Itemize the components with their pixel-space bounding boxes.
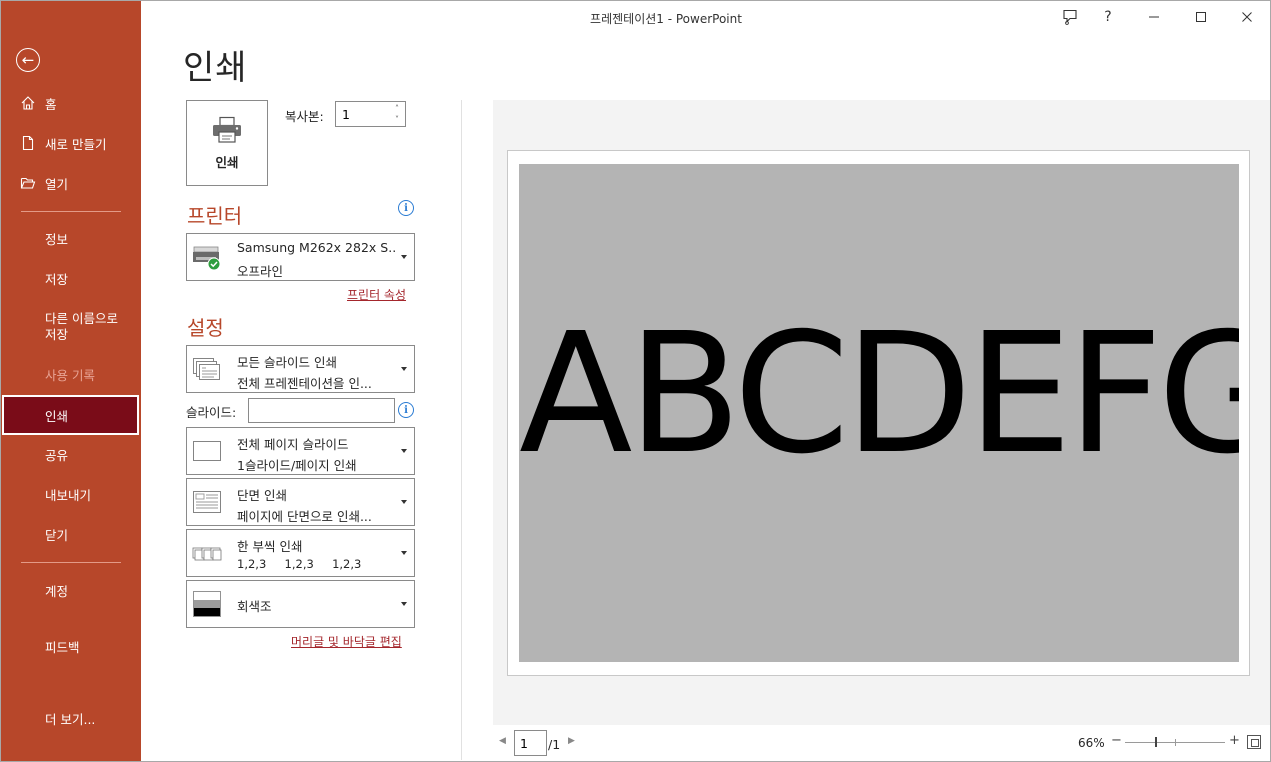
sidebar-item-export[interactable]: 내보내기: [0, 474, 141, 514]
color-dropdown[interactable]: 회색조: [186, 580, 415, 628]
sides-dropdown[interactable]: 단면 인쇄 페이지에 단면으로 인쇄...: [186, 478, 415, 526]
full-page-slide-icon: [193, 441, 221, 461]
folder-open-icon: [20, 177, 36, 189]
printer-status: 오프라인: [237, 264, 284, 279]
collate-label: 한 부씩 인쇄: [237, 539, 303, 554]
maximize-icon[interactable]: [1178, 0, 1224, 34]
printer-section-title: 프린터: [187, 204, 243, 228]
copies-input[interactable]: [336, 102, 388, 126]
zoom-in-icon[interactable]: +: [1229, 733, 1240, 748]
sidebar-item-print[interactable]: 인쇄: [2, 395, 139, 435]
previous-page-icon[interactable]: ◀: [499, 736, 506, 746]
printer-icon: [213, 116, 241, 143]
printer-dropdown[interactable]: Samsung M262x 282x S... 오프라인: [186, 233, 415, 281]
collate-dropdown[interactable]: 한 부씩 인쇄 1,2,3 1,2,3 1,2,3: [186, 529, 415, 577]
sidebar-item-save-as[interactable]: 다른 이름으로 저장: [0, 306, 141, 348]
panel-divider: [461, 100, 462, 760]
sidebar-item-close[interactable]: 닫기: [0, 514, 141, 554]
backstage-sidebar: ← 홈 새로 만들기 열기 정보 저장 다른 이름으로 저장 사용 기록 인쇄 …: [0, 0, 141, 762]
zoom-level[interactable]: 66%: [1078, 736, 1105, 750]
print-button[interactable]: 인쇄: [186, 100, 268, 186]
slide-title-text: ABCDEFG: [519, 298, 1239, 491]
print-button-label: 인쇄: [215, 154, 239, 170]
sidebar-item-label: 내보내기: [45, 487, 92, 503]
sidebar-item-label: 다른 이름으로 저장: [45, 311, 118, 342]
all-slides-icon: [193, 358, 220, 380]
color-label: 회색조: [237, 599, 272, 614]
slides-range-dropdown[interactable]: 모든 슬라이드 인쇄 전체 프레젠테이션을 인...: [186, 345, 415, 393]
settings-section-title: 설정: [187, 316, 224, 340]
info-icon[interactable]: i: [398, 200, 414, 216]
sidebar-item-label: 공유: [45, 447, 69, 463]
slide-preview: ABCDEFG: [519, 164, 1239, 662]
back-arrow-icon[interactable]: ←: [16, 48, 40, 72]
slides-range-description: 전체 프레젠테이션을 인...: [237, 376, 372, 391]
next-page-icon[interactable]: ▶: [568, 736, 575, 746]
chevron-down-icon: [401, 255, 407, 259]
sidebar-divider: [21, 211, 121, 212]
zoom-slider-midmark: [1175, 739, 1176, 746]
chevron-down-icon: [401, 551, 407, 555]
slides-input[interactable]: [248, 398, 395, 423]
copies-label: 복사본:: [285, 109, 324, 124]
info-icon[interactable]: i: [398, 402, 414, 418]
zoom-slider-thumb[interactable]: [1155, 737, 1157, 747]
sidebar-item-label: 계정: [45, 583, 69, 599]
slides-range-label: 모든 슬라이드 인쇄: [237, 355, 337, 370]
minimize-icon[interactable]: [1131, 0, 1177, 34]
printer-name: Samsung M262x 282x S...: [237, 240, 395, 255]
sidebar-item-feedback[interactable]: 피드백: [0, 626, 141, 666]
slides-field-label: 슬라이드:: [186, 405, 237, 420]
sidebar-item-history: 사용 기록: [0, 354, 141, 394]
sidebar-item-label: 열기: [45, 176, 69, 192]
chevron-down-icon: [401, 602, 407, 606]
sidebar-item-label: 피드백: [45, 639, 80, 655]
title-bar: 프레젠테이션1 - PowerPoint ?: [141, 0, 1271, 36]
help-icon[interactable]: ?: [1085, 0, 1131, 34]
page-number-input[interactable]: [514, 730, 547, 756]
sidebar-item-home[interactable]: 홈: [0, 83, 141, 123]
chevron-down-icon: [401, 500, 407, 504]
sidebar-item-save[interactable]: 저장: [0, 258, 141, 298]
copies-stepper[interactable]: ˄ ˅: [335, 101, 406, 127]
collated-icon: [192, 547, 222, 561]
printer-status-icon: [193, 246, 221, 271]
page-title: 인쇄: [183, 48, 248, 88]
sidebar-item-more[interactable]: 더 보기...: [0, 698, 141, 738]
header-footer-link[interactable]: 머리글 및 바닥글 편집: [291, 633, 402, 650]
sidebar-item-account[interactable]: 계정: [0, 570, 141, 610]
chevron-down-icon: [401, 367, 407, 371]
sidebar-item-label: 홈: [45, 96, 57, 112]
page-total: /1: [548, 737, 561, 752]
spin-up-icon[interactable]: ˄: [392, 104, 402, 114]
sidebar-item-label: 저장: [45, 271, 69, 287]
layout-description: 1슬라이드/페이지 인쇄: [237, 458, 357, 473]
printer-properties-link[interactable]: 프린터 속성: [347, 286, 406, 303]
spin-down-icon[interactable]: ˅: [392, 115, 402, 125]
collate-description: 1,2,3 1,2,3 1,2,3: [237, 557, 362, 571]
sidebar-item-share[interactable]: 공유: [0, 434, 141, 474]
sidebar-item-new[interactable]: 새로 만들기: [0, 123, 141, 163]
sidebar-item-open[interactable]: 열기: [0, 163, 141, 203]
sidebar-item-label: 닫기: [45, 527, 69, 543]
sidebar-item-label: 정보: [45, 231, 69, 247]
sidebar-item-label: 사용 기록: [45, 367, 95, 383]
sidebar-divider: [21, 562, 121, 563]
sidebar-item-label: 더 보기...: [45, 711, 96, 727]
chevron-down-icon: [401, 449, 407, 453]
sides-description: 페이지에 단면으로 인쇄...: [237, 509, 372, 524]
sidebar-item-info[interactable]: 정보: [0, 218, 141, 258]
zoom-out-icon[interactable]: −: [1111, 733, 1122, 748]
close-icon[interactable]: [1224, 0, 1270, 34]
home-icon: [21, 96, 35, 110]
zoom-to-page-icon[interactable]: [1247, 735, 1261, 749]
layout-label: 전체 페이지 슬라이드: [237, 437, 349, 452]
sidebar-item-label: 새로 만들기: [45, 136, 107, 152]
sides-label: 단면 인쇄: [237, 488, 287, 503]
layout-dropdown[interactable]: 전체 페이지 슬라이드 1슬라이드/페이지 인쇄: [186, 427, 415, 475]
one-sided-icon: [193, 491, 221, 513]
grayscale-icon: [193, 591, 221, 617]
new-document-icon: [22, 135, 34, 151]
sidebar-item-label: 인쇄: [45, 408, 69, 424]
